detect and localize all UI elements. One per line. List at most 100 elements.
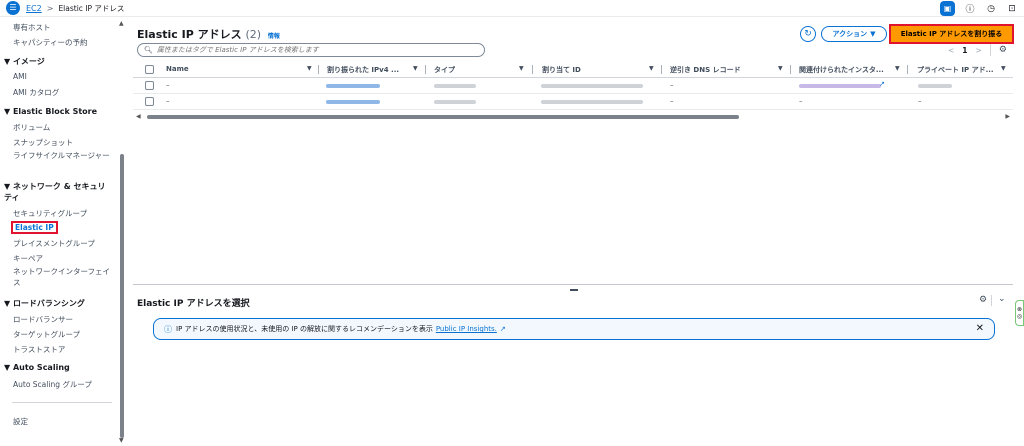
menu-icon[interactable]: ☰ [6,1,20,15]
top-navigation-bar: ☰ EC2 > Elastic IP アドレス ▣ ⓘ ◷ ⊡ [0,0,1024,17]
column-header-allocation-id[interactable]: 割り当て ID [542,65,581,75]
sort-caret-icon[interactable]: ▼ [307,65,312,72]
current-page-number[interactable]: 1 [962,46,967,55]
sidebar-navigation: ▲ 専有ホスト キャパシティーの予約 ▼ イメージ AMI AMI カタログ ▼… [0,18,124,446]
cell-associated-instance-link[interactable] [799,84,881,88]
cell-name: – [166,97,170,105]
column-divider[interactable] [532,65,533,74]
column-divider[interactable] [907,65,908,74]
table-settings-gear-icon[interactable]: ⚙ [999,45,1007,55]
caret-down-icon: ▼ [870,30,876,38]
sort-caret-icon[interactable]: ▼ [519,65,524,72]
column-header-name[interactable]: Name [166,65,189,73]
table-row[interactable]: – – ↗ [133,78,1013,94]
refresh-icon: ↻ [804,29,812,39]
row-checkbox[interactable] [145,81,154,90]
info-icon[interactable]: ⓘ [964,3,976,15]
sidebar-item-placement-groups[interactable]: プレイスメントグループ [13,238,95,249]
sidebar-item-target-groups[interactable]: ターゲットグループ [13,329,80,340]
notice-text: IP アドレスの使用状況と、未使用の IP の解放に関するレコメンデーションを表… [176,325,433,333]
sort-caret-icon[interactable]: ▼ [1001,65,1006,72]
pager-divider [989,44,991,56]
table-row[interactable]: – – – – [133,94,1013,110]
actions-dropdown-button[interactable]: アクション ▼ [821,26,887,42]
split-panel-tool-divider [991,295,992,306]
column-header-type[interactable]: タイプ [434,65,455,75]
external-link-icon[interactable]: ↗ [500,325,506,333]
sidebar-item-volumes[interactable]: ボリューム [13,122,50,133]
side-widget-tab[interactable]: ⊗ ◎ [1015,300,1024,326]
horizontal-scrollbar-thumb[interactable] [147,115,739,119]
split-panel-divider[interactable] [133,284,1013,285]
page-title-text: Elastic IP アドレス [137,28,242,41]
sidebar-item-ami-catalog[interactable]: AMI カタログ [13,87,59,98]
widget-icon[interactable]: ◎ [1017,313,1022,320]
sort-caret-icon[interactable]: ▼ [778,65,783,72]
panel-icon[interactable]: ▣ [940,1,955,16]
sort-caret-icon[interactable]: ▼ [649,65,654,72]
sidebar-scrollbar-thumb[interactable] [120,154,124,438]
scroll-right-icon[interactable]: ▶ [1005,113,1010,120]
column-divider[interactable] [318,65,319,74]
search-input[interactable] [156,46,457,54]
sidebar-item-network-interfaces[interactable]: ネットワークインターフェイス [13,266,113,288]
sidebar-section-images[interactable]: ▼ イメージ [4,56,45,67]
search-icon: 🔍︎ [144,46,153,54]
column-header-private-ip[interactable]: プライベート IP アド... [917,65,994,75]
sidebar-section-auto-scaling[interactable]: ▼ Auto Scaling [4,363,70,372]
row-checkbox[interactable] [145,97,154,106]
external-link-icon[interactable]: ↗ [879,80,885,88]
elastic-ip-table: Name ▼ 割り振られた IPv4 ... ▼ タイプ ▼ 割り当て ID ▼… [133,62,1013,110]
info-link[interactable]: 情報 [268,33,280,40]
prev-page-icon[interactable]: < [948,46,954,55]
column-header-reverse-dns[interactable]: 逆引き DNS レコード [670,65,741,75]
column-header-allocated-ipv4[interactable]: 割り振られた IPv4 ... [327,65,399,75]
select-all-checkbox[interactable] [145,65,154,74]
sidebar-item-settings[interactable]: 設定 [13,416,28,427]
table-header-row: Name ▼ 割り振られた IPv4 ... ▼ タイプ ▼ 割り当て ID ▼… [133,62,1013,78]
split-panel-resize-handle[interactable] [570,289,578,291]
collapse-chevron-down-icon[interactable]: ⌄ [998,294,1006,304]
sidebar-item-elastic-ip[interactable]: Elastic IP [11,221,58,234]
item-count: (2) [245,28,262,41]
feedback-icon[interactable]: ⊡ [1006,3,1018,15]
sidebar-item-auto-scaling-groups[interactable]: Auto Scaling グループ [13,379,92,390]
search-field[interactable]: 🔍︎ [137,43,485,57]
sidebar-section-ebs[interactable]: ▼ Elastic Block Store [4,107,97,116]
pagination: < 1 > ⚙ [948,44,1007,56]
close-icon[interactable]: ⊗ [1017,306,1022,313]
sidebar-item-ami[interactable]: AMI [13,72,27,81]
cell-ipv4-link[interactable] [326,100,380,104]
scroll-left-icon[interactable]: ◀ [136,113,141,120]
public-ip-insights-link[interactable]: Public IP Insights. [436,325,497,333]
breadcrumb-current-page: Elastic IP アドレス [58,3,125,13]
sidebar-item-load-balancers[interactable]: ロードバランサー [13,314,73,325]
sidebar-item-security-groups[interactable]: セキュリティグループ [13,208,87,219]
sidebar-item-trust-stores[interactable]: トラストストア [13,344,65,355]
sort-caret-icon[interactable]: ▼ [413,65,418,72]
sidebar-section-load-balancing[interactable]: ▼ ロードバランシング [4,298,85,309]
close-icon[interactable]: ✕ [976,323,984,334]
info-circle-icon: ⓘ [164,324,172,334]
sidebar-item-capacity-reservations[interactable]: キャパシティーの予約 [13,37,88,48]
sidebar-item-dedicated-hosts[interactable]: 専有ホスト [13,22,51,33]
column-header-associated-instance[interactable]: 関連付けられたインスタ... [799,65,884,75]
next-page-icon[interactable]: > [976,46,982,55]
cell-ipv4-link[interactable] [326,84,380,88]
column-divider[interactable] [661,65,662,74]
sidebar-item-key-pairs[interactable]: キーペア [13,253,43,264]
breadcrumb-ec2-link[interactable]: EC2 [26,4,42,13]
sort-caret-icon[interactable]: ▼ [895,65,900,72]
sidebar-item-lifecycle-manager[interactable]: ライフサイクルマネージャー [13,150,113,161]
history-icon[interactable]: ◷ [985,3,997,15]
cell-private-ip: – [918,97,922,105]
sidebar-item-snapshots[interactable]: スナップショット [13,137,73,148]
column-divider[interactable] [790,65,791,74]
table-horizontal-scrollbar[interactable]: ◀ ▶ [136,113,1010,120]
sidebar-scroll-down-icon[interactable]: ▼ [119,437,124,444]
allocate-elastic-ip-button[interactable]: Elastic IP アドレスを割り振る [891,26,1012,42]
sidebar-section-network-security[interactable]: ▼ ネットワーク & セキュリティ [4,181,109,203]
split-panel-settings-gear-icon[interactable]: ⚙ [979,295,987,305]
column-divider[interactable] [425,65,426,74]
refresh-button[interactable]: ↻ [800,26,816,42]
